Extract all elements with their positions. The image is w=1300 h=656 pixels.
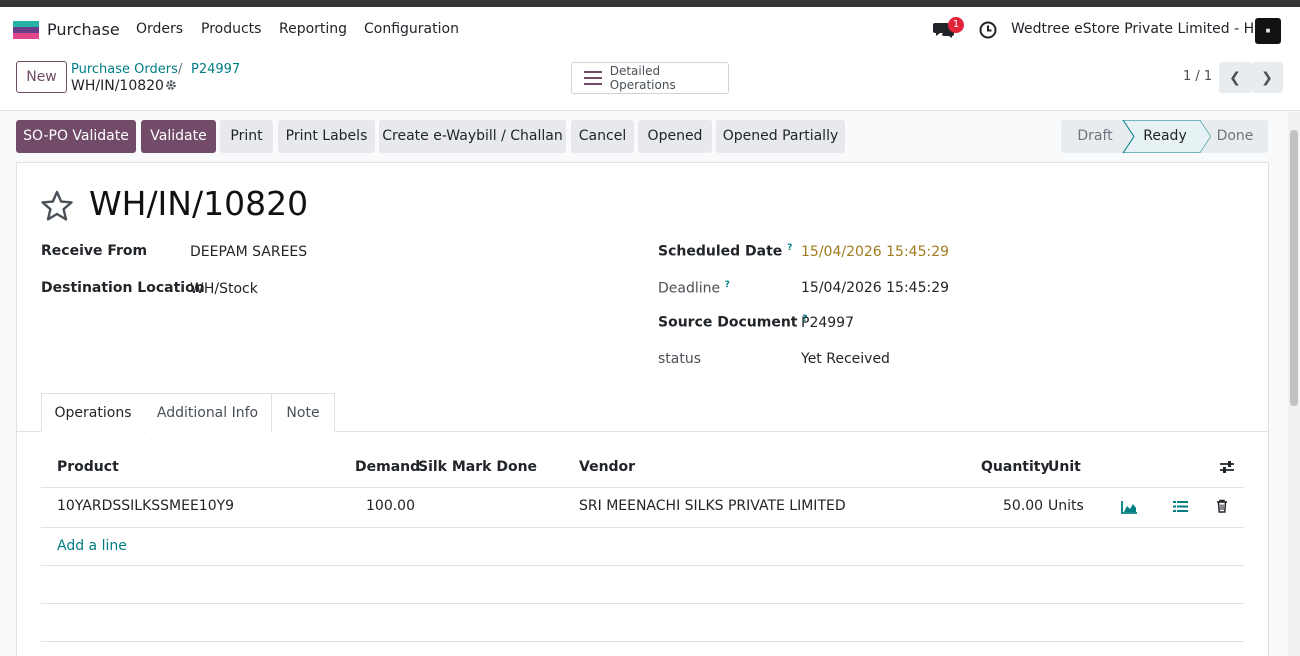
- pager-value[interactable]: 1 / 1: [1183, 69, 1212, 84]
- clock-icon[interactable]: [979, 21, 997, 39]
- breadcrumb-current: WH/IN/10820: [71, 78, 164, 94]
- column-product[interactable]: Product: [57, 459, 119, 475]
- user-avatar[interactable]: ■: [1255, 18, 1281, 44]
- create-eway-button[interactable]: Create e-Waybill / Challan: [379, 120, 566, 153]
- details-list-icon[interactable]: [1173, 500, 1188, 513]
- tab-operations[interactable]: Operations: [41, 393, 145, 433]
- breadcrumb-purchase-order[interactable]: P24997: [191, 62, 240, 77]
- pager-previous-button[interactable]: ❮: [1219, 62, 1251, 93]
- validate-button[interactable]: Validate: [141, 120, 216, 153]
- scheduled-date-label-text: Scheduled Date: [658, 243, 783, 260]
- optional-columns-icon[interactable]: [1219, 460, 1235, 474]
- receive-from-value[interactable]: DEEPAM SAREES: [190, 244, 307, 260]
- status-ready[interactable]: Ready: [1131, 120, 1199, 153]
- source-document-label-text: Source Document: [658, 314, 798, 331]
- scheduled-date-value[interactable]: 15/04/2026 15:45:29: [801, 244, 949, 260]
- add-line-link[interactable]: Add a line: [57, 538, 127, 554]
- deadline-value[interactable]: 15/04/2026 15:45:29: [801, 280, 949, 296]
- cell-product[interactable]: 10YARDSSILKSSMEE10Y9: [57, 498, 234, 514]
- source-document-label: Source Document ?: [658, 314, 808, 331]
- gear-icon[interactable]: [165, 79, 177, 91]
- cancel-button[interactable]: Cancel: [571, 120, 634, 153]
- chevron-left-icon: ❮: [1229, 69, 1241, 86]
- app-icon-band-3: [13, 33, 39, 39]
- column-vendor[interactable]: Vendor: [579, 459, 635, 475]
- cell-unit[interactable]: Units: [1048, 498, 1084, 514]
- chevron-right-icon: ❯: [1261, 69, 1273, 86]
- control-panel: New Purchase Orders / P24997 WH/IN/10820…: [0, 53, 1300, 111]
- detailed-operations-label: Detailed Operations: [609, 64, 676, 92]
- status-draft[interactable]: Draft: [1061, 120, 1129, 153]
- deadline-label: Deadline ?: [658, 280, 730, 297]
- table-header: Product Demand Silk Mark Done Vendor Qua…: [41, 448, 1244, 488]
- column-quantity[interactable]: Quantity: [981, 459, 1050, 475]
- app-name[interactable]: Purchase: [47, 20, 120, 39]
- receive-from-label: Receive From: [41, 243, 148, 259]
- column-silk-mark-done[interactable]: Silk Mark Done: [418, 459, 537, 475]
- top-navbar: Purchase Orders Products Reporting Confi…: [0, 7, 1300, 53]
- trash-icon[interactable]: [1216, 499, 1228, 513]
- menu-configuration[interactable]: Configuration: [364, 21, 459, 37]
- table-row: [41, 604, 1244, 642]
- so-po-validate-button[interactable]: SO-PO Validate: [16, 120, 136, 153]
- print-button[interactable]: Print: [220, 120, 273, 153]
- cell-quantity[interactable]: 50.00: [1003, 498, 1043, 514]
- cell-demand[interactable]: 100.00: [366, 498, 415, 514]
- new-button[interactable]: New: [16, 61, 67, 93]
- menu-products[interactable]: Products: [201, 21, 261, 37]
- status-field-label: status: [658, 351, 702, 367]
- destination-value[interactable]: WH/Stock: [190, 281, 258, 297]
- table-row[interactable]: 10YARDSSILKSSMEE10Y9 100.00 SRI MEENACHI…: [41, 488, 1244, 528]
- status-bar: Draft Ready Done: [1061, 120, 1268, 153]
- breadcrumb-separator: /: [178, 62, 183, 77]
- column-demand[interactable]: Demand: [355, 459, 420, 475]
- source-document-value[interactable]: P24997: [801, 315, 854, 331]
- table-row: [41, 566, 1244, 604]
- deadline-label-text: Deadline: [658, 280, 721, 297]
- scrollbar-thumb[interactable]: [1290, 130, 1298, 406]
- menu-reporting[interactable]: Reporting: [279, 21, 347, 37]
- opened-partially-button[interactable]: Opened Partially: [716, 120, 845, 153]
- status-field-value[interactable]: Yet Received: [801, 351, 890, 367]
- help-icon[interactable]: ?: [725, 280, 730, 290]
- pager-next-button[interactable]: ❯: [1251, 62, 1283, 93]
- tab-note[interactable]: Note: [271, 393, 335, 432]
- company-switcher[interactable]: Wedtree eStore Private Limited - HO: [1011, 21, 1265, 37]
- status-done[interactable]: Done: [1206, 120, 1264, 153]
- destination-label: Destination Location: [41, 280, 205, 296]
- add-line-row: Add a line: [41, 528, 1244, 566]
- detailed-operations-button[interactable]: Detailed Operations: [571, 62, 729, 94]
- chat-badge: 1: [948, 17, 964, 33]
- scheduled-date-label: Scheduled Date ?: [658, 243, 792, 260]
- record-title: WH/IN/10820: [89, 184, 309, 223]
- forecast-chart-icon[interactable]: [1121, 500, 1138, 514]
- tab-additional-info[interactable]: Additional Info: [144, 393, 272, 432]
- cell-vendor[interactable]: SRI MEENACHI SILKS PRIVATE LIMITED: [579, 498, 846, 514]
- menu-orders[interactable]: Orders: [136, 21, 183, 37]
- breadcrumb-purchase-orders[interactable]: Purchase Orders: [71, 62, 178, 77]
- column-unit[interactable]: Unit: [1048, 459, 1081, 475]
- print-labels-button[interactable]: Print Labels: [278, 120, 375, 153]
- star-icon[interactable]: [40, 190, 74, 222]
- help-icon[interactable]: ?: [787, 243, 792, 253]
- purchase-app-icon[interactable]: [13, 21, 39, 39]
- list-icon: [584, 71, 602, 85]
- browser-top-strip: [0, 0, 1300, 7]
- opened-button[interactable]: Opened: [638, 120, 712, 153]
